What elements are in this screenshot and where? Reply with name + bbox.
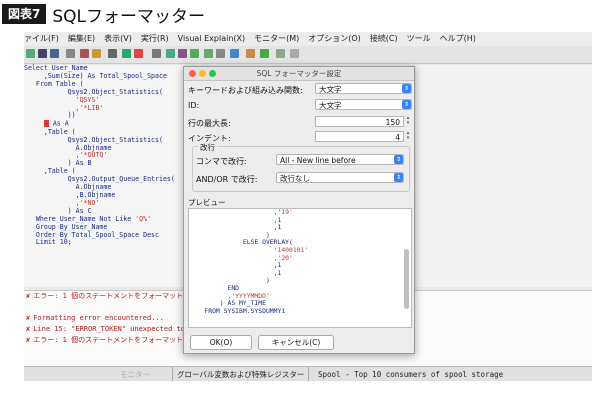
toolbar-icon[interactable] <box>50 49 59 58</box>
editor-line: )) <box>24 111 76 120</box>
chevron-updown-icon: ⇕ <box>394 173 403 182</box>
preview-line: FROM SYSIBM.SYSDUMMY1 <box>189 306 286 315</box>
dialog-title-text: SQL フォーマッター設定 <box>256 69 342 78</box>
figure-title: SQLフォーマッター <box>52 6 206 27</box>
toolbar-icon[interactable] <box>290 49 299 58</box>
status-tab-globals[interactable]: グローバル変数および特殊レジスター <box>172 367 310 381</box>
message-text: Formatting error encountered... <box>33 314 164 322</box>
max-line-input[interactable]: 150 <box>315 116 404 127</box>
max-line-stepper[interactable]: ▴ ▾ <box>405 116 411 127</box>
toolbar <box>24 46 592 64</box>
id-label: ID: <box>188 101 200 110</box>
keyword-case-label: キーワードおよび組み込み関数: <box>188 86 303 95</box>
preview-pane[interactable]: ,'19' ,1 ,1 ) ELSE OVERLAY( '1400101' ,'… <box>188 208 412 328</box>
toolbar-icon[interactable] <box>216 49 225 58</box>
chevron-updown-icon: ⇕ <box>402 84 411 93</box>
menu-item[interactable]: ァイル(F) <box>24 34 59 43</box>
menu-item[interactable]: 接続(C) <box>370 34 398 43</box>
status-tab-spool[interactable]: Spool - Top 10 consumers of spool storag… <box>314 367 507 381</box>
error-marker-icon <box>43 120 49 128</box>
toolbar-icon[interactable] <box>230 49 239 58</box>
preview-label: プレビュー <box>188 198 226 207</box>
toolbar-icon[interactable] <box>134 49 143 58</box>
message-text: Line 15: "ERROR_TOKEN" unexpected token <box>33 325 198 333</box>
menu-item[interactable]: Visual Explain(X) <box>178 34 245 43</box>
toolbar-icon[interactable] <box>246 49 255 58</box>
menu-item[interactable]: ヘルプ(H) <box>440 34 476 43</box>
keyword-case-value: 大文字 <box>319 85 342 94</box>
menu-item[interactable]: 実行(R) <box>141 34 169 43</box>
preview-scrollbar[interactable] <box>404 249 409 309</box>
menu-item[interactable]: ツール <box>407 34 431 43</box>
ok-button[interactable]: OK(O) <box>190 335 252 350</box>
toolbar-icon[interactable] <box>66 49 75 58</box>
message-text: エラー: 1 個のステートメントをフォーマットでき <box>33 292 198 300</box>
toolbar-icon[interactable] <box>204 49 213 58</box>
menu-item[interactable]: モニター(M) <box>254 34 299 43</box>
newline-group <box>192 146 410 192</box>
comma-value: All - New line before <box>280 156 356 165</box>
toolbar-icon[interactable] <box>26 49 35 58</box>
figure-badge: 図表7 <box>2 4 47 24</box>
error-icon: ✘ <box>26 325 31 333</box>
string-literal: 'Q%' <box>135 214 152 223</box>
toolbar-icon[interactable] <box>178 49 187 58</box>
menubar: ァイル(F) 編集(E) 表示(V) 実行(R) Visual Explain(X) モニ… <box>24 32 592 46</box>
toolbar-icon[interactable] <box>80 49 89 58</box>
toolbar-icon[interactable] <box>260 49 269 58</box>
comma-label: コンマで改行: <box>196 157 247 166</box>
toolbar-icon[interactable] <box>276 49 285 58</box>
id-case-select[interactable]: 大文字 ⇕ <box>315 99 412 110</box>
andor-select[interactable]: 改行なし ⇕ <box>276 172 404 183</box>
sql-formatter-dialog: SQL フォーマッター設定 キーワードおよび組み込み関数: 大文字 ⇕ ID: … <box>183 66 415 354</box>
editor-right-area <box>416 65 592 287</box>
toolbar-icon[interactable] <box>152 49 161 58</box>
comma-select[interactable]: All - New line before ⇕ <box>276 154 404 165</box>
toolbar-icon[interactable] <box>166 49 175 58</box>
toolbar-icon[interactable] <box>92 49 101 58</box>
error-icon: ✘ <box>26 292 31 300</box>
andor-label: AND/OR で改行: <box>196 175 258 184</box>
toolbar-icon[interactable] <box>108 49 117 58</box>
editor-line: Limit 10; <box>24 238 72 247</box>
indent-input[interactable]: 4 <box>315 131 404 142</box>
chevron-updown-icon: ⇕ <box>394 155 403 164</box>
id-case-value: 大文字 <box>319 101 342 110</box>
keyword-case-select[interactable]: 大文字 ⇕ <box>315 83 412 94</box>
toolbar-icon[interactable] <box>122 49 131 58</box>
menu-item[interactable]: 表示(V) <box>104 34 132 43</box>
max-line-label: 行の最大長: <box>188 119 231 128</box>
message-text: エラー: 1 個のステートメントをフォーマットでき <box>33 336 198 344</box>
andor-value: 改行なし <box>280 174 310 183</box>
sql-editor[interactable]: Select User_Name ,Sum(Size) As Total_Spo… <box>24 64 184 287</box>
chevron-updown-icon: ⇕ <box>402 100 411 109</box>
figure-caption: 図表7 SQLフォーマッター <box>2 3 206 27</box>
zoom-dot-icon[interactable] <box>209 70 216 77</box>
menu-item[interactable]: 編集(E) <box>68 34 95 43</box>
toolbar-icon[interactable] <box>38 49 47 58</box>
newline-group-title: 改行 <box>198 142 217 153</box>
error-icon: ✘ <box>26 336 31 344</box>
error-icon: ✘ <box>26 314 31 322</box>
indent-stepper[interactable]: ▴ ▾ <box>405 131 411 142</box>
close-dot-icon[interactable] <box>189 70 196 77</box>
menu-item[interactable]: オプション(O) <box>308 34 361 43</box>
cancel-button[interactable]: キャンセル(C) <box>258 335 334 350</box>
status-bar: モニター グローバル変数および特殊レジスター Spool - Top 10 co… <box>24 366 592 381</box>
toolbar-icon[interactable] <box>190 49 199 58</box>
dialog-title: SQL フォーマッター設定 <box>184 67 414 81</box>
minimize-dot-icon[interactable] <box>199 70 206 77</box>
